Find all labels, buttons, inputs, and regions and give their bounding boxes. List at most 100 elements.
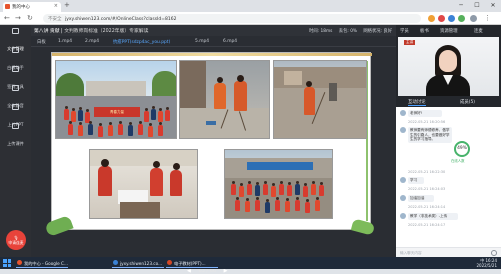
avatar — [400, 195, 406, 201]
chat-tabs: 互动讨论 成员(5) — [396, 97, 501, 106]
reload-icon[interactable]: ↻ — [27, 14, 33, 23]
leaf-decoration — [44, 214, 74, 238]
tab-members[interactable]: 成员(5) — [460, 99, 475, 105]
chat-time: 2022-05-21 16:22:30 — [408, 170, 446, 174]
system-tray: 中 16:24 2022/5/21 — [476, 258, 497, 268]
extension-icon[interactable] — [458, 15, 465, 22]
online-rate-value: 49% — [457, 146, 467, 151]
photo-group-photo — [224, 149, 333, 219]
slide-stage: 青春力量 ◀ 63 / 66 ▶ — [31, 47, 396, 274]
chat-input[interactable]: 输入聊天内容 — [396, 247, 501, 257]
tab-students[interactable]: 学员 — [400, 28, 409, 34]
sidebar-item-upload-courseware[interactable]: 上传课件 — [3, 122, 28, 146]
close-tab-icon[interactable]: × — [54, 3, 58, 9]
maximize-icon[interactable]: ☐ — [469, 0, 485, 12]
online-rate-gauge: 49% — [454, 141, 470, 157]
chat-text: 老师好! — [408, 110, 442, 117]
file-tab[interactable]: 1.mp4 — [58, 39, 72, 44]
screen: 我的中心 × + ─ ☐ ✕ ← → ↻ 不安全 jyxy.shiwen123.… — [0, 0, 501, 274]
avatar — [400, 127, 406, 133]
tab-discussion[interactable]: 互动讨论 — [408, 99, 426, 106]
chat-text: 加油加油 — [408, 195, 434, 202]
extension-icon[interactable] — [448, 15, 455, 22]
photo-volunteers-sweeping — [179, 60, 270, 139]
chat-text: 教师要有师德修养，做学生的引路人，也要做好学生的学习指导。 — [408, 127, 452, 143]
lesson-title: 文判教师岗标准（2022年版）专家解读 — [64, 29, 149, 34]
chat-text: 学习 — [408, 177, 424, 184]
emoji-icon[interactable] — [491, 250, 497, 256]
file-tab[interactable]: 2.mp4 — [85, 39, 99, 44]
chat-panel: 老师好! 2022-05-21 16:20:56 教师要有师德修养，做学生的引路… — [396, 107, 501, 257]
teacher-tag: 主讲 — [404, 40, 416, 45]
sidebar-item-upload-ppt[interactable]: 上传PPT — [3, 103, 28, 127]
site-favicon-icon — [5, 4, 10, 9]
minimize-icon[interactable]: ─ — [453, 0, 469, 12]
classroom-app: 文件管理 白板助手 签到工具 全体静音 上传PPT 上传课件 🎙 申请连麦 第八… — [0, 25, 501, 274]
start-button[interactable] — [3, 259, 11, 267]
profile-avatar[interactable] — [470, 15, 477, 22]
taskbar-app-chrome[interactable]: 我的中心 - Google C... — [16, 258, 68, 268]
teacher-video: 主讲 — [398, 37, 499, 96]
file-tab[interactable]: 6.mp4 — [223, 39, 237, 44]
ppt-slide: 青春力量 — [44, 52, 376, 238]
breadcrumb: 第八讲 贡献 | 文判教师岗标准（2022年版）专家解读 — [34, 27, 148, 34]
stat-network: 网络状况: 良好 — [363, 29, 392, 34]
file-tab-active[interactable]: 抗疫PPT(sdzp4ac_you.ppt) — [113, 39, 170, 45]
mute-icon — [12, 85, 19, 91]
chat-time: 2022-05-21 16:24:14 — [408, 205, 446, 209]
sidebar-item-mute-all[interactable]: 全体静音 — [3, 84, 28, 108]
taskbar-app-ppt[interactable]: 电子教材(PPT)... — [166, 258, 218, 268]
address-bar[interactable]: 不安全 jyxy.shiwen123.com/#/OnlineClass?cla… — [43, 14, 421, 23]
stat-packet-loss: 丢包: 0% — [338, 29, 358, 34]
extension-icon[interactable] — [428, 15, 435, 22]
avatar — [400, 110, 406, 116]
taskbar-app-label: jyxy.shiwen123.co... — [120, 261, 163, 266]
left-sidebar: 文件管理 白板助手 签到工具 全体静音 上传PPT 上传课件 🎙 申请连麦 — [0, 25, 31, 257]
chat-time: 2022-05-21 16:24:03 — [408, 187, 446, 191]
file-tab-bar: 白板 1.mp4 2.mp4 抗疫PPT(sdzp4ac_you.ppt) 5.… — [31, 36, 396, 47]
back-icon[interactable]: ← — [4, 14, 10, 23]
slide-top-border — [52, 53, 372, 56]
security-label[interactable]: 不安全 — [48, 17, 62, 22]
upload-file-icon — [12, 123, 19, 129]
online-rate-label: 在线人数 — [451, 159, 465, 163]
extension-icon[interactable] — [438, 15, 445, 22]
photo-banner: 青春力量 — [94, 107, 140, 117]
browser-tab[interactable]: 我的中心 × — [3, 2, 61, 12]
course-title: 第八讲 贡献 — [34, 29, 60, 34]
chat-message: 学习 — [400, 177, 496, 187]
browser-tab-bar: 我的中心 × + ─ ☐ ✕ — [0, 0, 501, 12]
sidebar-item-files[interactable]: 文件管理 — [3, 27, 28, 51]
forward-icon[interactable]: → — [15, 14, 21, 23]
folder-icon — [12, 28, 19, 34]
chat-message: 教学（非技术类）-上传 — [400, 213, 496, 223]
close-window-icon[interactable]: ✕ — [485, 0, 501, 12]
right-top-tabs: 学员 板书 资源管理 连麦 — [396, 25, 501, 36]
browser-menu-icon[interactable]: ⋮ — [484, 14, 491, 23]
taskbar-app-browser[interactable]: jyxy.shiwen123.co... — [112, 258, 164, 268]
clock-date[interactable]: 2022/5/21 — [476, 263, 497, 268]
chat-message: 加油加油 — [400, 195, 496, 205]
tab-notes[interactable]: 板书 — [420, 28, 429, 34]
right-panel: 学员 板书 资源管理 连麦 主讲 互动讨论 成员(5) 老师好! 2022-05… — [396, 25, 501, 257]
chat-text: 教学（非技术类）-上传 — [408, 213, 458, 220]
checkin-icon — [12, 66, 19, 72]
app-header: 第八讲 贡献 | 文判教师岗标准（2022年版）专家解读 时间: 18ms 丢包… — [31, 25, 396, 36]
leaf-decoration — [350, 218, 376, 236]
url-text: jyxy.shiwen123.com/#/OnlineClass?classId… — [64, 17, 177, 22]
sidebar-item-whiteboard[interactable]: 白板助手 — [3, 46, 28, 70]
ppt-icon — [167, 260, 172, 265]
sidebar-item-signin[interactable]: 签到工具 — [3, 65, 28, 89]
chrome-icon — [17, 260, 22, 265]
file-tab-whiteboard[interactable]: 白板 — [37, 39, 46, 45]
file-tab[interactable]: 5.mp4 — [195, 39, 209, 44]
browser-tab-title: 我的中心 — [12, 5, 30, 10]
tab-resources[interactable]: 资源管理 — [440, 28, 458, 34]
request-mic-button[interactable]: 🎙 申请连麦 — [6, 230, 26, 250]
windows-taskbar: 我的中心 - Google C... jyxy.shiwen123.co... … — [0, 257, 501, 269]
chat-input-placeholder: 输入聊天内容 — [400, 251, 422, 255]
network-stats: 时间: 18ms 丢包: 0% 网络状况: 良好 — [304, 28, 392, 34]
whiteboard-icon — [12, 47, 19, 53]
new-tab-button[interactable]: + — [64, 1, 70, 9]
tab-connect[interactable]: 连麦 — [474, 28, 483, 34]
